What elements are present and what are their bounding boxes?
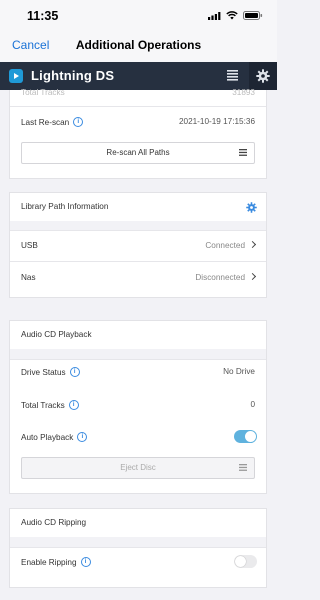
gear-icon[interactable] (246, 202, 257, 213)
path-name: USB (21, 241, 38, 250)
menu-icon (239, 149, 247, 156)
rescan-all-paths-label: Re-scan All Paths (106, 148, 170, 157)
battery-icon (243, 11, 263, 20)
eject-disc-button[interactable]: Eject Disc (21, 457, 255, 479)
status-bar: 11:35 (0, 0, 277, 30)
auto-playback-toggle[interactable] (234, 430, 257, 443)
total-tracks-partial-label: Total Tracks (21, 88, 65, 97)
divider (10, 230, 266, 231)
path-name: Nas (21, 273, 36, 282)
info-icon[interactable]: i (77, 432, 88, 442)
status-time: 11:35 (27, 9, 59, 23)
drive-status-value: No Drive (223, 367, 255, 376)
app-title: Lightning DS (31, 68, 115, 83)
library-path-title: Library Path Information (21, 202, 109, 211)
audio-cd-ripping-header: Audio CD Ripping (10, 509, 266, 537)
rescan-all-paths-button[interactable]: Re-scan All Paths (21, 142, 255, 164)
eject-disc-label: Eject Disc (120, 463, 156, 472)
audio-cd-playback-header: Audio CD Playback (10, 321, 266, 349)
divider (10, 359, 266, 360)
drive-status-label: Drive Status (21, 367, 66, 377)
audio-cd-playback-title: Audio CD Playback (21, 330, 92, 339)
drive-status-row: Drive Status i No Drive (10, 361, 266, 383)
total-tracks-label: Total Tracks (21, 400, 65, 410)
divider (10, 547, 266, 548)
chevron-right-icon (248, 240, 257, 249)
audio-cd-ripping-card: Audio CD Ripping Enable Ripping i (9, 508, 267, 588)
enable-ripping-toggle[interactable] (234, 555, 257, 568)
chevron-right-icon (248, 272, 257, 281)
toggle-knob (235, 556, 246, 567)
enable-ripping-label: Enable Ripping (21, 557, 77, 567)
info-icon[interactable]: i (73, 117, 84, 127)
divider (10, 106, 266, 107)
divider (10, 261, 266, 262)
library-path-header: Library Path Information (10, 193, 266, 221)
section-gap (10, 221, 266, 230)
status-icons (208, 11, 263, 20)
total-tracks-row: Total Tracks i 0 (10, 394, 266, 416)
path-row-nas[interactable]: Nas Disconnected (10, 267, 266, 289)
section-gap (10, 349, 266, 359)
enable-ripping-row: Enable Ripping i (10, 551, 266, 573)
gear-icon (256, 69, 270, 83)
wifi-icon (226, 11, 238, 20)
toggle-knob (245, 431, 256, 442)
auto-playback-row: Auto Playback i (10, 426, 266, 448)
section-gap (10, 537, 266, 547)
cancel-button[interactable]: Cancel (12, 38, 49, 52)
signal-icon (208, 11, 221, 20)
info-icon[interactable]: i (69, 367, 80, 377)
last-rescan-row: Last Re-scan i 2021-10-19 17:15:36 (10, 111, 266, 133)
total-tracks-value: 0 (250, 400, 255, 409)
last-rescan-label: Last Re-scan (21, 117, 70, 127)
path-status: Connected (205, 241, 245, 250)
audio-cd-playback-card: Audio CD Playback Drive Status i No Driv… (9, 320, 267, 494)
auto-playback-label: Auto Playback (21, 432, 74, 442)
audio-cd-ripping-title: Audio CD Ripping (21, 518, 87, 527)
navigation-bar: Cancel Additional Operations (0, 30, 277, 62)
total-tracks-partial-value: 31893 (232, 88, 255, 97)
library-path-card: Library Path Information USB Connected N… (9, 192, 267, 298)
last-rescan-value: 2021-10-19 17:15:36 (178, 117, 255, 126)
info-icon[interactable]: i (68, 400, 79, 410)
total-tracks-partial-row: Total Tracks 31893 (10, 82, 266, 104)
info-icon[interactable]: i (80, 557, 91, 567)
path-status: Disconnected (195, 273, 245, 282)
list-menu-icon[interactable] (226, 69, 239, 81)
library-card: Total Tracks 31893 Last Re-scan i 2021-1… (9, 88, 267, 179)
path-row-usb[interactable]: USB Connected (10, 235, 266, 257)
lightning-ds-logo-icon (9, 69, 23, 83)
menu-icon (239, 464, 247, 471)
